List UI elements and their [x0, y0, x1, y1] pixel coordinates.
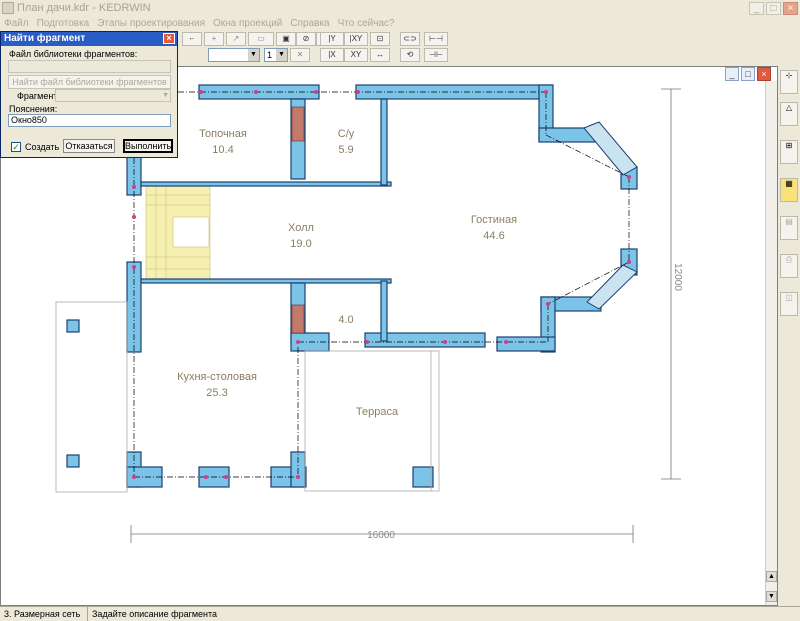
fragment-select[interactable]: ▼ — [55, 89, 171, 102]
link-icon[interactable]: ⊂⊃ — [400, 32, 420, 46]
room-name: Терраса — [356, 406, 399, 418]
layer-select[interactable]: 1 ▼ — [264, 48, 288, 62]
dialog-close-button[interactable]: × — [163, 33, 175, 44]
room-name: Кухня-столовая — [177, 371, 257, 383]
find-library-button[interactable]: Найти файл библиотеки фрагментов — [8, 75, 171, 89]
chimney — [291, 106, 305, 142]
align-xy-button[interactable]: |XY — [344, 32, 368, 46]
vehicle-icon[interactable]: ⊡ — [370, 32, 390, 46]
rotate-icon[interactable]: ⟲ — [400, 48, 420, 62]
dialog-title: Найти фрагмент — [4, 33, 86, 44]
align-y-button[interactable]: |Y — [320, 32, 344, 46]
right-toolbar: ⊹ △ ⊞ ▦ ▤ ⎙ ◫ — [778, 66, 800, 606]
print-tool-icon[interactable]: ⎙ — [780, 254, 798, 278]
library-label: Файл библиотеки фрагментов: — [9, 49, 138, 59]
room-area: 4.0 — [338, 314, 353, 326]
room-name: Гостиная — [471, 214, 517, 226]
delete-icon[interactable]: ✕ — [290, 48, 310, 62]
find-fragment-dialog: Найти фрагмент × Файл библиотеки фрагмен… — [0, 31, 178, 158]
select-tool-icon[interactable]: ⊹ — [780, 70, 798, 94]
circle-icon[interactable]: ⊘ — [296, 32, 316, 46]
status-hint: Задайте описание фрагмента — [92, 609, 218, 619]
dimension-horizontal: 16000 — [367, 530, 395, 541]
chevron-down-icon: ▼ — [276, 49, 287, 61]
maximize-button[interactable]: □ — [766, 1, 781, 15]
menu-file[interactable]: Файл — [2, 18, 35, 29]
window-title: План дачи.kdr - KEDRWIN — [17, 2, 151, 14]
menu-projections[interactable]: Окна проекций — [211, 18, 288, 29]
fragment-tool-icon[interactable]: ▦ — [780, 178, 798, 202]
create-checkbox[interactable]: ✓ — [11, 142, 21, 152]
notes-input[interactable]: Окно850 — [8, 114, 171, 127]
room-area: 5.9 — [338, 144, 353, 156]
style-select[interactable]: ▼ — [208, 48, 260, 62]
view-tool-icon[interactable]: ◫ — [780, 292, 798, 316]
frame-icon[interactable]: ▣ — [276, 32, 296, 46]
align-x-button[interactable]: |X — [320, 48, 344, 62]
status-mode: 3. Размерная сеть — [0, 607, 88, 621]
scroll-up-arrow[interactable]: ▲ — [766, 571, 777, 582]
app-icon — [2, 2, 14, 14]
wall-tool-icon[interactable]: ▭ — [248, 32, 274, 46]
close-button[interactable]: × — [783, 1, 798, 15]
room-name: С/у — [338, 128, 355, 140]
room-name: Топочная — [199, 128, 247, 140]
status-bar: 3. Размерная сеть Задайте описание фрагм… — [0, 606, 800, 621]
layer-value: 1 — [267, 50, 273, 60]
library-input[interactable] — [8, 60, 171, 73]
toolbar: ⌐ + ↗ ▭ ▣ ⊘ # |Y |XY ⊡ ⊂⊃ ⊢⊣ |X XY ↔ ⟲ ⊣… — [178, 30, 778, 64]
chevron-down-icon: ▼ — [248, 49, 259, 61]
layers-tool-icon[interactable]: ▤ — [780, 216, 798, 240]
minimize-button[interactable]: _ — [749, 1, 764, 15]
menu-stages[interactable]: Этапы проектирования — [95, 18, 211, 29]
cross-icon[interactable]: + — [204, 32, 224, 46]
snap-icon[interactable]: ↗ — [226, 32, 246, 46]
menu-bar: Файл Подготовка Этапы проектирования Окн… — [0, 16, 800, 30]
menu-whats-now[interactable]: Что сейчас? — [336, 18, 401, 29]
title-bar: План дачи.kdr - KEDRWIN _ □ × — [0, 0, 800, 16]
room-name: Холл — [288, 222, 314, 234]
stretch-icon[interactable]: ↔ — [370, 48, 390, 62]
menu-prepare[interactable]: Подготовка — [35, 18, 96, 29]
menu-help[interactable]: Справка — [288, 18, 335, 29]
dialog-title-bar: Найти фрагмент × — [1, 32, 177, 46]
dimension-vertical: 12000 — [672, 263, 683, 291]
create-label: Создать — [25, 142, 60, 152]
roof-tool-icon[interactable]: △ — [780, 102, 798, 126]
window-tool-icon[interactable]: ⊞ — [780, 140, 798, 164]
align-bottom-xy-button[interactable]: XY — [344, 48, 368, 62]
room-area: 44.6 — [483, 230, 504, 242]
pointer-icon[interactable]: ⌐ — [182, 32, 202, 46]
staircase — [145, 184, 211, 282]
scroll-down-arrow[interactable]: ▼ — [766, 591, 777, 602]
notes-label: Пояснения: — [9, 104, 58, 114]
room-area: 10.4 — [212, 144, 233, 156]
cancel-button[interactable]: Отказаться — [63, 139, 115, 153]
room-area: 25.3 — [206, 387, 227, 399]
vertical-scrollbar[interactable]: ▲ ▼ — [765, 81, 777, 605]
chevron-down-icon: ▼ — [162, 92, 169, 99]
dimension-icon[interactable]: ⊢⊣ — [424, 32, 448, 46]
execute-button[interactable]: Выполнить — [123, 139, 173, 153]
measure-icon[interactable]: ⊣⊢ — [424, 48, 448, 62]
fragment-label: Фрагмент: — [17, 91, 60, 101]
room-area: 19.0 — [290, 238, 311, 250]
